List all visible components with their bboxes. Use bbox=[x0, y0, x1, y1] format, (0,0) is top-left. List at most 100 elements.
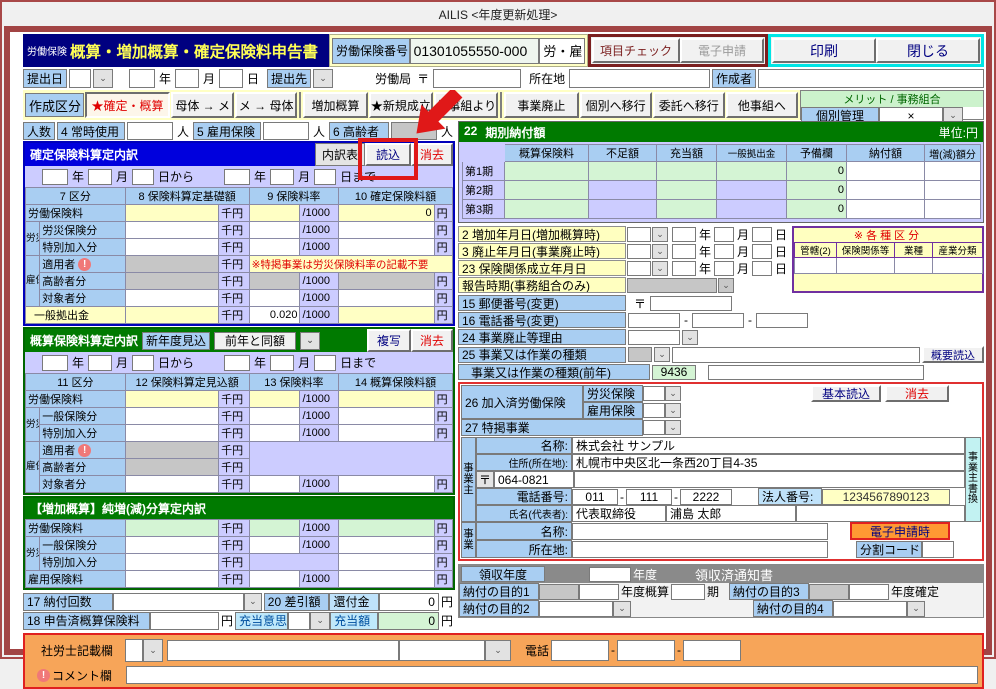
rosai-dropdown[interactable]: ⌄ bbox=[665, 386, 681, 401]
p3-era-field[interactable] bbox=[809, 584, 849, 600]
amount-field[interactable] bbox=[339, 408, 435, 425]
f27-dropdown[interactable]: ⌄ bbox=[665, 420, 681, 435]
kubun-zouka-button[interactable]: 増加概算 bbox=[303, 92, 367, 118]
gaisan-cell[interactable] bbox=[505, 181, 589, 200]
f16-field2[interactable] bbox=[692, 313, 744, 328]
date-field[interactable] bbox=[88, 355, 112, 371]
rate-field[interactable] bbox=[249, 425, 300, 442]
base-field[interactable] bbox=[125, 273, 219, 290]
kubun-me-botai-button[interactable]: メ → 母体 bbox=[235, 92, 297, 118]
p4-dropdown[interactable]: ⌄ bbox=[907, 601, 925, 617]
year-field[interactable] bbox=[672, 227, 696, 242]
amount-field[interactable] bbox=[339, 476, 435, 493]
p2-field[interactable] bbox=[539, 601, 613, 617]
f27-field[interactable] bbox=[643, 420, 665, 435]
split-code-field[interactable] bbox=[922, 541, 954, 558]
kakutei-clear-button[interactable]: 消去 bbox=[411, 143, 453, 166]
juto-ishi-field[interactable] bbox=[288, 612, 310, 630]
submit-day-field[interactable] bbox=[219, 69, 243, 88]
sharoushi-extra-field[interactable] bbox=[399, 640, 485, 661]
rate-field[interactable] bbox=[249, 476, 300, 493]
mikomi-dropdown[interactable]: ⌄ bbox=[300, 332, 320, 350]
basic-load-button[interactable]: 基本読込 bbox=[811, 385, 881, 402]
f25b-text-field[interactable] bbox=[708, 365, 924, 380]
sharoushi-type-field[interactable] bbox=[125, 639, 143, 662]
owner-rep-extra-field[interactable] bbox=[796, 505, 965, 522]
office-addr-field[interactable] bbox=[572, 541, 828, 558]
author-field[interactable] bbox=[758, 69, 984, 88]
e-apply-time-button[interactable]: 電子申請時 bbox=[850, 522, 950, 540]
date-field[interactable] bbox=[314, 355, 336, 371]
sharoushi-dropdown[interactable]: ⌄ bbox=[143, 639, 163, 662]
base-field[interactable] bbox=[125, 571, 219, 588]
sharoushi-tel3-field[interactable] bbox=[683, 640, 741, 661]
kyoshutsu-cell[interactable] bbox=[717, 162, 787, 181]
year-field[interactable] bbox=[672, 261, 696, 276]
e-apply-button[interactable]: 電子申請 bbox=[680, 38, 764, 63]
comment-field[interactable] bbox=[126, 666, 978, 684]
day-field[interactable] bbox=[752, 227, 772, 242]
mikomi-value[interactable]: 前年と同額 bbox=[214, 332, 296, 350]
kanyu-clear-button[interactable]: 消去 bbox=[885, 385, 949, 402]
f16-field3[interactable] bbox=[756, 313, 808, 328]
f16-field1[interactable] bbox=[628, 313, 680, 328]
gaisan-cell[interactable] bbox=[505, 162, 589, 181]
sharoushi-name-field[interactable] bbox=[167, 640, 399, 661]
era-dropdown[interactable]: ⌄ bbox=[652, 227, 668, 242]
gaisan-cell[interactable] bbox=[505, 200, 589, 219]
owner-rep-name-field[interactable]: 浦島 太郎 bbox=[666, 505, 796, 522]
submit-era-dropdown[interactable]: ⌄ bbox=[93, 69, 113, 88]
houjin-field[interactable]: 1234567890123 bbox=[822, 489, 950, 505]
base-field[interactable] bbox=[125, 256, 219, 273]
item-check-button[interactable]: 項目チェック bbox=[592, 38, 680, 63]
gaisan-clear-button[interactable]: 消去 bbox=[411, 329, 453, 352]
juto-gaku-field[interactable]: 0 bbox=[378, 612, 439, 630]
close-button[interactable]: 閉じる bbox=[876, 38, 980, 63]
print-button[interactable]: 印刷 bbox=[772, 38, 876, 63]
yobi-cell[interactable]: 0 bbox=[787, 181, 847, 200]
f25b-code-field[interactable]: 9436 bbox=[652, 365, 696, 380]
submit-era-field[interactable] bbox=[69, 69, 91, 88]
rate-field[interactable] bbox=[249, 391, 300, 408]
owner-name-field[interactable]: 株式会社 サンプル bbox=[572, 437, 965, 454]
p2-dropdown[interactable]: ⌄ bbox=[613, 601, 631, 617]
base-field[interactable] bbox=[125, 408, 219, 425]
rate-field[interactable] bbox=[249, 537, 300, 554]
f25-text-field[interactable] bbox=[672, 347, 920, 363]
base-field[interactable] bbox=[125, 554, 219, 571]
ninzu-f5-field[interactable] bbox=[263, 122, 309, 140]
f25-dropdown[interactable]: ⌄ bbox=[654, 347, 670, 362]
f25-field[interactable] bbox=[628, 347, 652, 362]
zogen-cell[interactable] bbox=[925, 200, 981, 219]
submit-dest-dropdown[interactable]: ⌄ bbox=[313, 69, 333, 88]
juto-cell[interactable] bbox=[657, 181, 717, 200]
amount-field[interactable] bbox=[339, 537, 435, 554]
nofu-cell[interactable] bbox=[847, 181, 925, 200]
rate-field[interactable]: 0.020 bbox=[249, 307, 300, 324]
owner-tel2-field[interactable]: 111 bbox=[626, 489, 672, 505]
owner-addr2-field[interactable] bbox=[574, 471, 965, 488]
owner-tel3-field[interactable]: 2222 bbox=[680, 489, 732, 505]
koyo-dropdown[interactable]: ⌄ bbox=[665, 403, 681, 418]
base-field[interactable] bbox=[125, 425, 219, 442]
year-field[interactable] bbox=[672, 244, 696, 259]
date-field[interactable] bbox=[42, 169, 68, 185]
base-field[interactable] bbox=[125, 442, 219, 459]
era-field[interactable] bbox=[627, 261, 651, 276]
insurance-kind-field[interactable]: 労・雇 bbox=[539, 38, 585, 64]
month-field[interactable] bbox=[714, 227, 734, 242]
refund-field[interactable]: 0 bbox=[379, 593, 439, 611]
kubun-shinki-button[interactable]: ★新規成立 bbox=[369, 92, 433, 118]
base-field[interactable] bbox=[125, 290, 219, 307]
rate-field[interactable] bbox=[249, 571, 300, 588]
owner-rewrite-strip[interactable]: 事業主書換 bbox=[965, 437, 981, 522]
f17-field[interactable] bbox=[113, 593, 244, 611]
zogen-cell[interactable] bbox=[925, 181, 981, 200]
sharoushi-tel1-field[interactable] bbox=[551, 640, 609, 661]
base-field[interactable] bbox=[125, 222, 219, 239]
date-field[interactable] bbox=[88, 169, 112, 185]
office-name-field[interactable] bbox=[572, 523, 828, 540]
base-field[interactable] bbox=[125, 205, 219, 222]
base-field[interactable] bbox=[125, 520, 219, 537]
era-field[interactable] bbox=[627, 227, 651, 242]
